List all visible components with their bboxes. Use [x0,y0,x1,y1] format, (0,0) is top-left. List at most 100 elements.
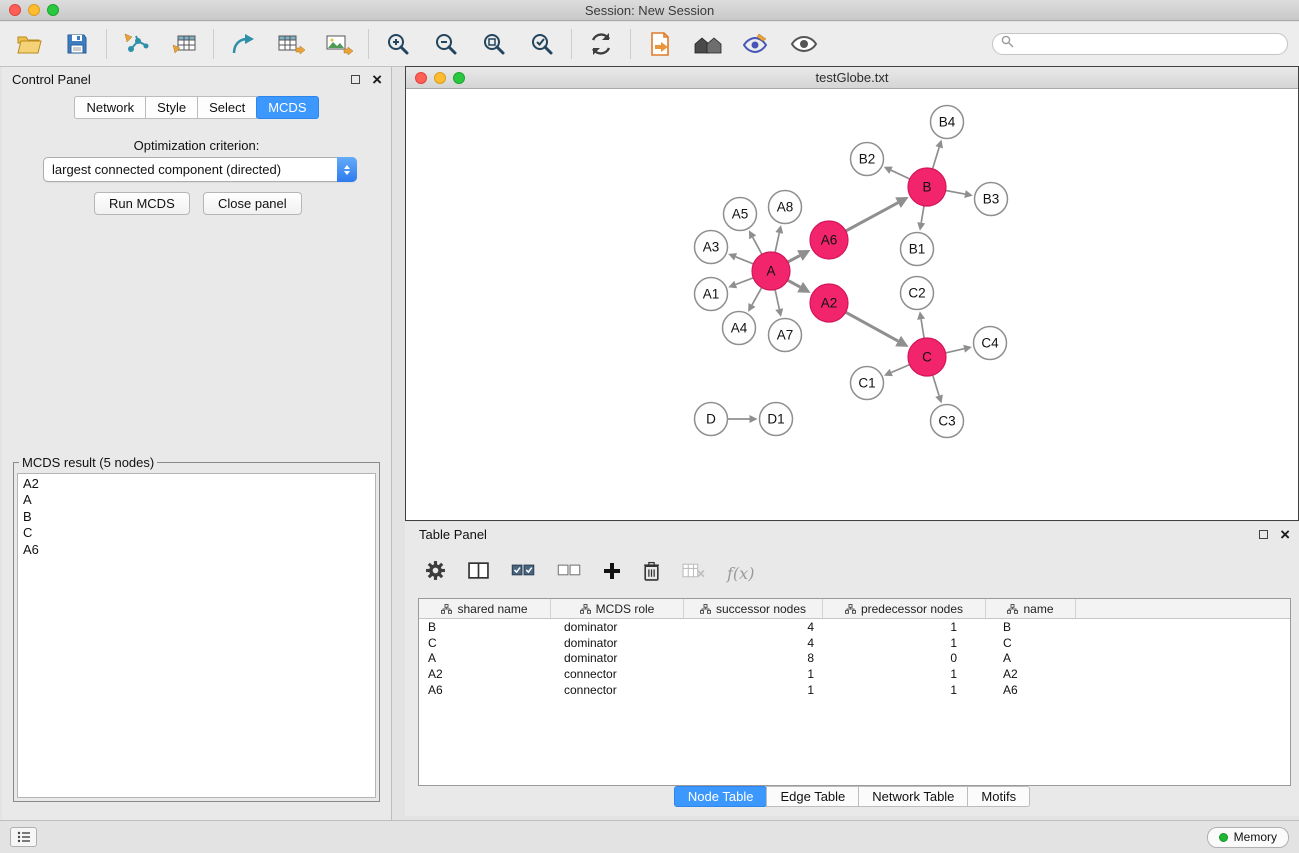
mcds-result-item[interactable]: A2 [18,476,375,492]
edge-B-B4[interactable] [933,147,940,169]
cell-MCDS-role[interactable]: connector [551,666,684,682]
table-row[interactable]: Cdominator41C [419,635,1290,651]
close-panel-button[interactable]: Close panel [203,192,302,215]
table-row[interactable]: Bdominator41B [419,619,1290,635]
tab-node-table[interactable]: Node Table [674,786,768,807]
tab-select[interactable]: Select [197,96,257,119]
hide-graphics-details-icon[interactable] [741,29,771,59]
import-table-icon[interactable] [169,29,199,59]
graph-node-A6[interactable]: A6 [810,221,848,259]
network-canvas[interactable]: B4B2BB3A5A8A6B1A3AC2A1A2A4A7C4CC1C3DD1 [406,89,1298,519]
graph-node-B2[interactable]: B2 [851,143,884,176]
select-all-icon[interactable] [511,563,535,583]
edge-C-C4[interactable] [946,349,965,353]
column-header-shared-name[interactable]: shared name [419,599,551,618]
show-graphics-details-icon[interactable] [789,29,819,59]
export-table-icon[interactable] [276,29,306,59]
cell-predecessor-nodes[interactable]: 1 [823,635,986,651]
graph-node-C2[interactable]: C2 [901,277,934,310]
column-header-name[interactable]: name [986,599,1076,618]
open-session-icon[interactable] [645,29,675,59]
edge-A-A5[interactable] [753,237,762,254]
import-network-icon[interactable] [121,29,151,59]
save-session-icon[interactable] [62,29,92,59]
graph-node-C[interactable]: C [908,338,946,376]
mcds-result-item[interactable]: C [18,525,375,541]
deselect-all-icon[interactable] [557,563,581,583]
tab-mcds[interactable]: MCDS [256,96,318,119]
graph-node-A5[interactable]: A5 [724,198,757,231]
graph-node-D[interactable]: D [695,403,728,436]
table-row[interactable]: Adominator80A [419,650,1290,666]
edge-C-C3[interactable] [933,375,939,396]
graph-node-C1[interactable]: C1 [851,367,884,400]
graph-node-D1[interactable]: D1 [760,403,793,436]
edge-B-B1[interactable] [921,206,924,223]
cell-name[interactable]: B [986,619,1076,635]
open-file-icon[interactable] [14,29,44,59]
cell-shared-name[interactable]: A2 [419,666,551,682]
table-settings-gear-icon[interactable] [425,560,446,586]
cell-successor-nodes[interactable]: 8 [684,650,823,666]
export-network-icon[interactable] [228,29,258,59]
graph-node-B[interactable]: B [908,168,946,206]
graph-node-B4[interactable]: B4 [931,106,964,139]
table-row[interactable]: A2connector11A2 [419,666,1290,682]
graph-node-A3[interactable]: A3 [695,231,728,264]
cell-name[interactable]: A2 [986,666,1076,682]
edge-A2-C[interactable] [846,312,899,341]
cell-predecessor-nodes[interactable]: 1 [823,682,986,698]
graph-node-B3[interactable]: B3 [975,183,1008,216]
search-input[interactable] [1019,37,1287,51]
column-header-MCDS-role[interactable]: MCDS role [551,599,684,618]
run-mcds-button[interactable]: Run MCDS [94,192,190,215]
edge-A-A4[interactable] [752,288,762,305]
close-window-button[interactable] [9,4,21,16]
memory-button[interactable]: Memory [1207,827,1289,848]
tab-motifs[interactable]: Motifs [967,786,1030,807]
graph-node-A1[interactable]: A1 [695,278,728,311]
float-table-panel-icon[interactable] [1259,530,1268,539]
mcds-result-item[interactable]: B [18,509,375,525]
edge-A-A8[interactable] [775,233,779,253]
network-minimize-button[interactable] [434,72,446,84]
table-row[interactable]: A6connector11A6 [419,682,1290,698]
zoom-in-icon[interactable] [383,29,413,59]
graph-node-A2[interactable]: A2 [810,284,848,322]
cell-successor-nodes[interactable]: 1 [684,682,823,698]
cell-MCDS-role[interactable]: connector [551,682,684,698]
edge-A6-B[interactable] [846,203,898,231]
zoom-fit-icon[interactable] [479,29,509,59]
cell-successor-nodes[interactable]: 4 [684,619,823,635]
zoom-window-button[interactable] [47,4,59,16]
cell-successor-nodes[interactable]: 4 [684,635,823,651]
zoom-selected-icon[interactable] [527,29,557,59]
export-image-icon[interactable] [324,29,354,59]
cell-name[interactable]: A6 [986,682,1076,698]
search-field[interactable] [992,33,1288,55]
cell-name[interactable]: C [986,635,1076,651]
tab-network[interactable]: Network [74,96,146,119]
edge-B-B3[interactable] [946,191,965,195]
column-header-predecessor-nodes[interactable]: predecessor nodes [823,599,986,618]
tab-style[interactable]: Style [145,96,198,119]
tab-network-table[interactable]: Network Table [858,786,968,807]
zoom-out-icon[interactable] [431,29,461,59]
graph-node-A8[interactable]: A8 [769,191,802,224]
network-overview-icon[interactable] [693,29,723,59]
edge-A-A7[interactable] [775,290,779,310]
edge-A-A1[interactable] [736,278,754,285]
cell-successor-nodes[interactable]: 1 [684,666,823,682]
show-column-icon[interactable] [468,561,489,585]
cell-MCDS-role[interactable]: dominator [551,619,684,635]
edge-A-A6[interactable] [788,256,800,262]
graph-node-A4[interactable]: A4 [723,312,756,345]
cell-shared-name[interactable]: A6 [419,682,551,698]
edge-A-A2[interactable] [788,280,801,287]
cell-MCDS-role[interactable]: dominator [551,635,684,651]
minimize-window-button[interactable] [28,4,40,16]
cell-predecessor-nodes[interactable]: 0 [823,650,986,666]
close-panel-icon[interactable]: × [372,71,382,88]
column-header-successor-nodes[interactable]: successor nodes [684,599,823,618]
edge-B-B2[interactable] [891,170,910,179]
